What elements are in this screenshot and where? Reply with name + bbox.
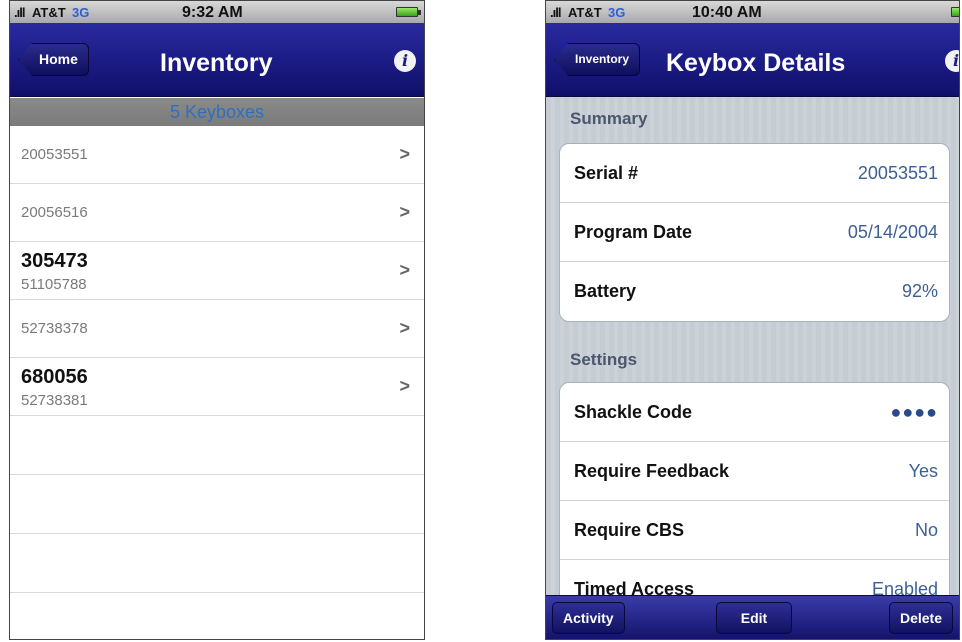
item-serial: 20053551	[21, 146, 88, 163]
list-item[interactable]: 680056 52738381 >	[10, 358, 424, 416]
detail-row-require-cbs[interactable]: Require CBS No	[560, 501, 949, 560]
signal-icon: .ıll	[550, 5, 561, 20]
carrier-label: AT&T	[32, 5, 66, 20]
navigation-bar: Home Inventory i	[10, 23, 424, 97]
settings-section-label: Settings	[570, 350, 638, 369]
detail-row-require-feedback[interactable]: Require Feedback Yes	[560, 442, 949, 501]
row-value: 05/14/2004	[847, 222, 938, 242]
chevron-right-icon: >	[399, 260, 410, 280]
battery-icon	[951, 7, 959, 17]
empty-row	[10, 475, 424, 534]
detail-row-battery: Battery 92%	[560, 262, 949, 321]
item-title: 305473	[21, 250, 88, 272]
detail-row-shackle-code[interactable]: Shackle Code ●●●●	[560, 383, 949, 442]
settings-group: Shackle Code ●●●● Require Feedback Yes R…	[559, 382, 950, 622]
chevron-right-icon: >	[399, 144, 410, 164]
row-value: ●●●●	[890, 402, 938, 422]
item-serial: 52738378	[21, 320, 88, 337]
row-label: Require Feedback	[574, 461, 730, 481]
inventory-back-button[interactable]: Inventory	[554, 43, 641, 76]
summary-group: Serial # 20053551 Program Date 05/14/200…	[559, 143, 950, 322]
row-value: 20053551	[857, 163, 938, 183]
keybox-details-screen: .ıll AT&T 3G 10:40 AM Inventory Keybox D…	[545, 0, 960, 640]
signal-icon: .ıll	[14, 5, 25, 20]
info-icon[interactable]: i	[945, 50, 959, 72]
page-title: Keybox Details	[666, 49, 846, 77]
bottom-toolbar: Activity Edit Delete	[546, 595, 959, 639]
keybox-list: 20053551 > 20056516 > 305473 51105788 > …	[10, 126, 424, 639]
edit-button[interactable]: Edit	[716, 602, 792, 634]
item-serial: 20056516	[21, 204, 88, 221]
home-back-button[interactable]: Home	[18, 43, 89, 76]
empty-row	[10, 416, 424, 475]
battery-icon	[396, 7, 421, 17]
empty-row	[10, 534, 424, 593]
chevron-right-icon: >	[399, 318, 410, 338]
carrier-label: AT&T	[568, 5, 602, 20]
row-value: 92%	[901, 281, 938, 301]
status-bar: .ıll AT&T 3G 9:32 AM	[10, 1, 424, 23]
item-subtitle: 52738381	[21, 392, 88, 409]
summary-section-label: Summary	[570, 109, 648, 128]
row-value: Yes	[908, 461, 938, 481]
clock: 9:32 AM	[182, 4, 243, 21]
row-label: Shackle Code	[574, 402, 693, 422]
chevron-right-icon: >	[399, 202, 410, 222]
row-value: No	[914, 520, 938, 540]
list-item[interactable]: 20056516 >	[10, 184, 424, 242]
status-bar: .ıll AT&T 3G 10:40 AM	[546, 1, 959, 23]
section-header: 5 Keyboxes	[10, 98, 424, 126]
clock: 10:40 AM	[692, 4, 762, 21]
network-label: 3G	[608, 5, 626, 20]
delete-button[interactable]: Delete	[888, 602, 953, 634]
network-label: 3G	[72, 5, 90, 20]
detail-row-serial: Serial # 20053551	[560, 144, 949, 203]
row-label: Battery	[574, 281, 637, 301]
row-label: Serial #	[574, 163, 639, 183]
activity-button[interactable]: Activity	[552, 602, 625, 634]
info-icon[interactable]: i	[394, 50, 416, 72]
row-label: Require CBS	[574, 520, 685, 540]
item-subtitle: 51105788	[21, 276, 87, 293]
empty-row	[10, 593, 424, 639]
page-title: Inventory	[160, 49, 273, 77]
chevron-right-icon: >	[399, 376, 410, 396]
inventory-screen: .ıll AT&T 3G 9:32 AM Home Inventory i 5 …	[9, 0, 425, 640]
item-title: 680056	[21, 366, 88, 388]
row-label: Program Date	[574, 222, 693, 242]
navigation-bar: Inventory Keybox Details i	[546, 23, 959, 97]
detail-row-program-date: Program Date 05/14/2004	[560, 203, 949, 262]
list-item[interactable]: 52738378 >	[10, 300, 424, 358]
list-item[interactable]: 20053551 >	[10, 126, 424, 184]
list-item[interactable]: 305473 51105788 >	[10, 242, 424, 300]
